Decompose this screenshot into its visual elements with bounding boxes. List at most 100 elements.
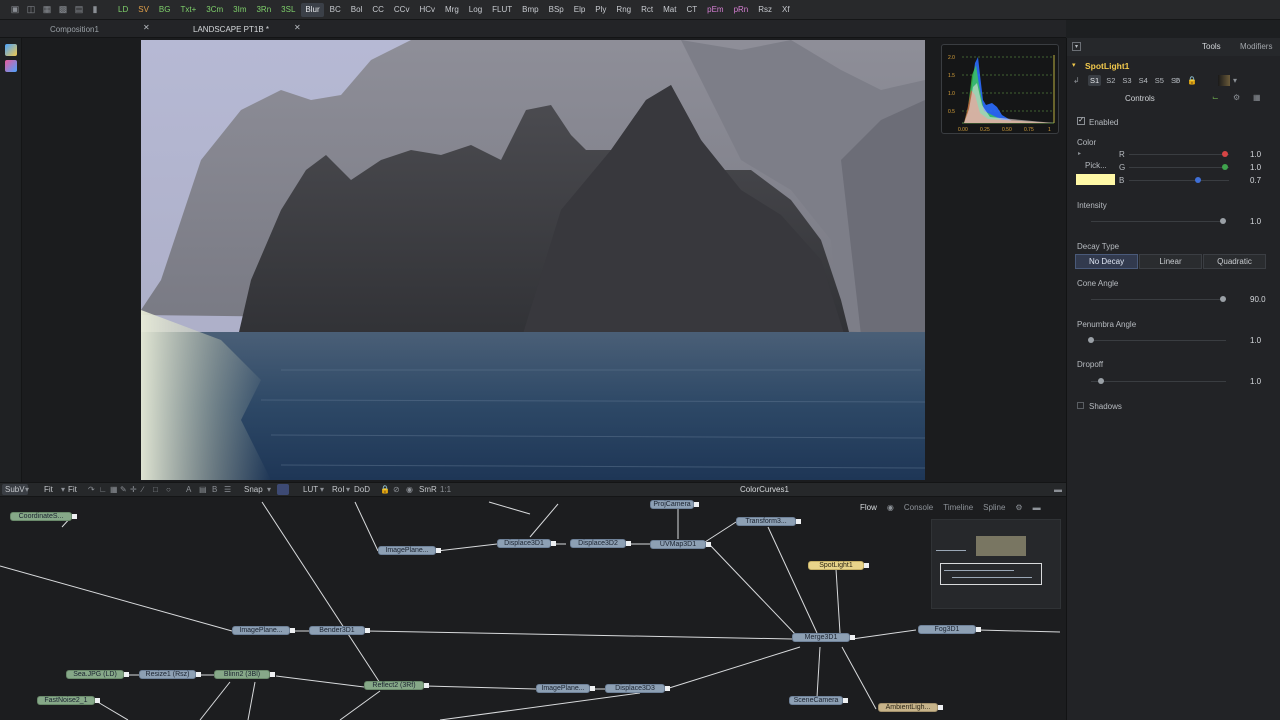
toolbar-button-bc[interactable]: BC xyxy=(326,3,345,17)
channel-r-knob[interactable] xyxy=(1222,151,1228,157)
chevron-down-icon[interactable]: ▾ xyxy=(61,485,65,494)
intensity-knob[interactable] xyxy=(1220,218,1226,224)
reset-icon[interactable]: ⊘ xyxy=(1174,76,1181,85)
toolbar-button-bol[interactable]: Bol xyxy=(347,3,367,17)
render-viewport[interactable] xyxy=(141,40,925,480)
toolbar-button-rsz[interactable]: Rsz xyxy=(754,3,776,17)
flow-navigator[interactable] xyxy=(931,519,1061,609)
channel-g-slider[interactable] xyxy=(1129,167,1229,168)
node-scenecamera[interactable]: SceneCamera xyxy=(789,696,848,705)
layout-grid-icon[interactable]: ▩ xyxy=(56,3,70,17)
chevron-down-icon[interactable]: ▾ xyxy=(346,485,350,494)
node-output-port[interactable] xyxy=(665,686,670,691)
node-output-port[interactable] xyxy=(976,627,981,632)
layout-wide-icon[interactable]: ▤ xyxy=(72,3,86,17)
color-tool-icon[interactable] xyxy=(5,44,17,56)
node-output-port[interactable] xyxy=(436,548,441,553)
lut-button[interactable]: LUT xyxy=(303,485,318,494)
pin-icon[interactable]: ↲ xyxy=(1073,76,1080,85)
node-projcamera[interactable]: ProjCamera xyxy=(650,500,699,509)
tab-spline[interactable]: Spline xyxy=(983,503,1005,512)
toolbar-button-hcv[interactable]: HCv xyxy=(415,3,439,17)
collapse-icon[interactable]: ▾ xyxy=(1072,42,1081,51)
toolbar-button-3im[interactable]: 3Im xyxy=(229,3,250,17)
crosshair-icon[interactable]: ✛ xyxy=(130,485,137,494)
circle-tool-icon[interactable]: ○ xyxy=(166,485,171,494)
toolbar-button-xf[interactable]: Xf xyxy=(778,3,794,17)
tab-timeline[interactable]: Timeline xyxy=(943,503,973,512)
toolbar-button-prn[interactable]: pRn xyxy=(730,3,753,17)
shortcut-s4[interactable]: S4 xyxy=(1137,75,1150,86)
penumbra-knob[interactable] xyxy=(1088,337,1094,343)
console-icon[interactable]: ◉ xyxy=(887,503,894,512)
close-tab-icon[interactable]: ✕ xyxy=(294,23,301,32)
channel-r-value[interactable]: 1.0 xyxy=(1250,150,1261,159)
penumbra-value[interactable]: 1.0 xyxy=(1250,336,1261,345)
layout-split-icon[interactable]: ◫ xyxy=(24,3,38,17)
cone-angle-slider[interactable] xyxy=(1091,299,1226,300)
toolbar-button-pem[interactable]: pEm xyxy=(703,3,727,17)
alpha-icon[interactable]: A xyxy=(186,485,191,494)
settings-icon[interactable]: ⚙ xyxy=(1015,503,1022,512)
node-fastnoise2[interactable]: FastNoise2_1 xyxy=(37,696,100,705)
node-transform[interactable]: Transform3... xyxy=(736,517,801,526)
section-controls[interactable]: Controls xyxy=(1125,94,1155,103)
shortcut-s1[interactable]: S1 xyxy=(1088,75,1102,86)
ratio-button[interactable]: 1:1 xyxy=(440,485,451,494)
intensity-value[interactable]: 1.0 xyxy=(1250,217,1261,226)
tab-composition1[interactable]: Composition1 xyxy=(50,20,99,38)
toolbar-button-mat[interactable]: Mat xyxy=(659,3,680,17)
node-output-port[interactable] xyxy=(694,502,699,507)
node-displace3d3[interactable]: Displace3D3 xyxy=(605,684,670,693)
color-tool2-icon[interactable] xyxy=(5,60,17,72)
node-imageplane-1[interactable]: ImagePlane... xyxy=(378,546,441,555)
rect-tool-icon[interactable]: □ xyxy=(153,485,158,494)
node-output-port[interactable] xyxy=(424,683,429,688)
dropoff-value[interactable]: 1.0 xyxy=(1250,377,1261,386)
node-reflect2[interactable]: Reflect2 (3Rf) xyxy=(364,681,429,690)
chevron-down-icon[interactable]: ▾ xyxy=(1233,76,1237,85)
node-output-port[interactable] xyxy=(938,705,943,710)
node-output-port[interactable] xyxy=(270,672,275,677)
toolbar-button-rng[interactable]: Rng xyxy=(612,3,635,17)
toolbar-button-rct[interactable]: Rct xyxy=(637,3,657,17)
slash-icon[interactable]: ⊘ xyxy=(393,485,400,494)
toolbar-button-log[interactable]: Log xyxy=(465,3,486,17)
tab-landscape[interactable]: LANDSCAPE PT1B * xyxy=(193,20,269,38)
dod-button[interactable]: DoD xyxy=(354,485,370,494)
b-channel-icon[interactable]: B xyxy=(212,485,217,494)
node-output-port[interactable] xyxy=(365,628,370,633)
cone-angle-knob[interactable] xyxy=(1220,296,1226,302)
snap-button[interactable]: Snap xyxy=(244,485,263,494)
node-spotlight1[interactable]: SpotLight1 xyxy=(808,561,869,570)
shortcut-s3[interactable]: S3 xyxy=(1120,75,1133,86)
channel-r-slider[interactable] xyxy=(1129,154,1229,155)
settings-icon[interactable]: ▦ xyxy=(1253,93,1261,102)
subview-button[interactable]: SubV xyxy=(2,484,28,495)
shadows-checkbox[interactable] xyxy=(1077,402,1084,409)
grid-icon[interactable]: ▦ xyxy=(110,485,118,494)
smr-button[interactable]: SmR xyxy=(419,485,437,494)
channel-b-value[interactable]: 0.7 xyxy=(1250,176,1261,185)
node-output-port[interactable] xyxy=(124,672,129,677)
channel-b-knob[interactable] xyxy=(1195,177,1201,183)
flow-editor[interactable]: CoordinateS... ProjCamera Transform3... … xyxy=(0,497,1066,720)
color-swatch[interactable] xyxy=(1076,174,1115,185)
channel-g-knob[interactable] xyxy=(1222,164,1228,170)
tab-tools[interactable]: Tools xyxy=(1202,42,1221,51)
tab-modifiers[interactable]: Modifiers xyxy=(1240,42,1272,51)
layers-icon[interactable]: ☰ xyxy=(224,485,231,494)
roi-button[interactable]: RoI xyxy=(332,485,344,494)
curve-tool-icon[interactable]: ↷ xyxy=(88,485,95,494)
transform-icon[interactable]: ⌙ xyxy=(1212,93,1219,102)
toolbar-button-bmp[interactable]: Bmp xyxy=(518,3,542,17)
print-icon[interactable]: ▮ xyxy=(88,3,102,17)
toolbar-button-cc[interactable]: CC xyxy=(368,3,388,17)
node-output-port[interactable] xyxy=(850,635,855,640)
toolbar-button-3sl[interactable]: 3SL xyxy=(277,3,299,17)
close-tab-icon[interactable]: ✕ xyxy=(143,23,150,32)
enabled-checkbox[interactable]: ✓ xyxy=(1077,117,1085,125)
toolbar-button-elp[interactable]: Elp xyxy=(570,3,590,17)
node-uvmap3d1[interactable]: UVMap3D1 xyxy=(650,540,711,549)
node-output-port[interactable] xyxy=(706,542,711,547)
